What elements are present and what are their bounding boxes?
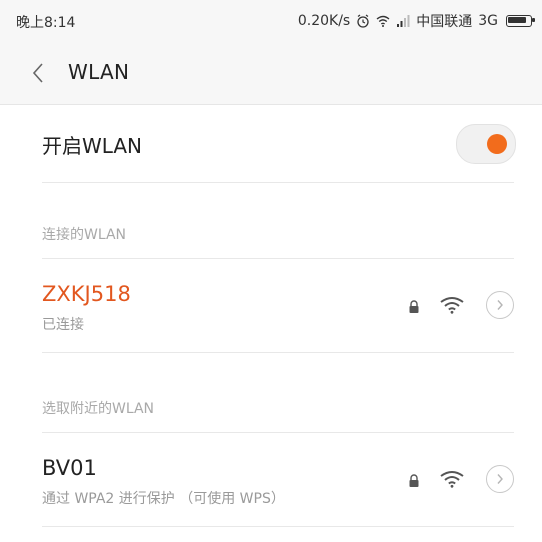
network-status: 已连接 — [42, 317, 84, 333]
network-security: 通过 WPA2 进行保护 （可使用 WPS） — [42, 491, 285, 507]
network-speed: 0.20K/s — [297, 13, 351, 29]
lock-icon — [409, 300, 419, 313]
network-name: ZXKJ518 — [42, 282, 131, 306]
wlan-toggle-label: 开启WLAN — [42, 134, 143, 158]
wifi-status-icon — [376, 15, 390, 27]
network-type: 3G — [478, 13, 498, 29]
lock-icon — [409, 474, 419, 487]
divider — [42, 432, 514, 433]
divider — [42, 526, 514, 527]
wifi-signal-icon — [440, 471, 464, 488]
divider — [42, 182, 514, 183]
chevron-right-icon — [497, 300, 503, 310]
nearby-section-header: 选取附近的WLAN — [42, 401, 155, 417]
connected-section-header: 连接的WLAN — [42, 227, 127, 243]
page-title: WLAN — [68, 60, 130, 84]
status-time: 晚上8:14 — [16, 15, 76, 31]
battery-icon — [506, 15, 535, 27]
network-name: BV01 — [42, 456, 97, 480]
back-button[interactable] — [24, 59, 52, 87]
signal-icon — [397, 15, 410, 27]
title-bar: WLAN — [0, 42, 542, 105]
network-detail-button[interactable] — [486, 291, 514, 319]
wifi-signal-icon — [440, 297, 464, 314]
network-detail-button[interactable] — [486, 465, 514, 493]
connected-network-row[interactable]: ZXKJ518 已连接 — [0, 262, 542, 342]
toggle-knob — [487, 134, 507, 154]
status-right-group: 0.20K/s 中国联通 3G — [297, 11, 535, 31]
chevron-left-icon — [32, 63, 43, 83]
status-bar: 晚上8:14 0.20K/s 中国联通 3G — [0, 0, 542, 42]
carrier-name: 中国联通 — [416, 14, 473, 30]
nearby-network-row[interactable]: BV01 通过 WPA2 进行保护 （可使用 WPS） — [0, 436, 542, 516]
chevron-right-icon — [497, 474, 503, 484]
divider — [42, 352, 514, 353]
wlan-toggle-switch[interactable] — [456, 124, 516, 164]
alarm-icon — [357, 14, 369, 28]
divider — [42, 258, 514, 259]
